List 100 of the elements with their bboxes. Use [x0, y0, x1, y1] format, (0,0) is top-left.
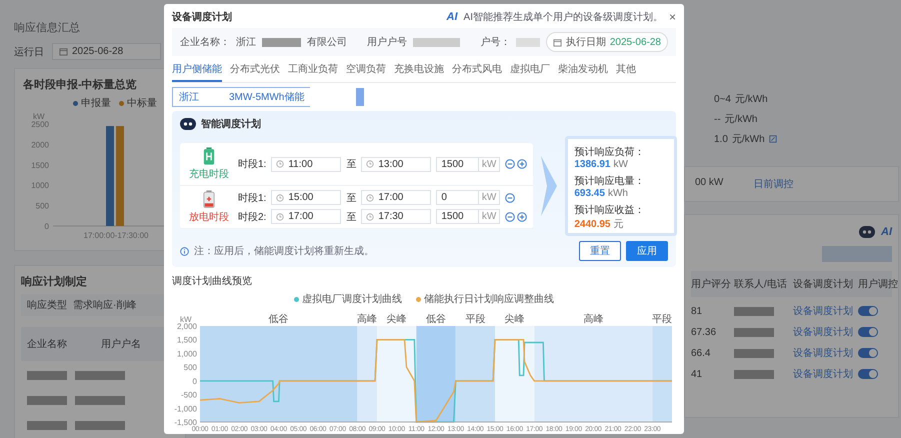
- filter-label: 运行日: [14, 46, 44, 58]
- plan-link[interactable]: 设备调度计划: [793, 367, 855, 381]
- score-cell-text: 67.36: [691, 326, 718, 338]
- score-cell-text: 41: [691, 368, 704, 380]
- tick-label: 500: [184, 363, 197, 372]
- tick-label: -1,500: [174, 418, 197, 427]
- edit-icon[interactable]: [768, 135, 777, 143]
- time-field[interactable]: 11:00: [271, 156, 342, 172]
- device-tab[interactable]: 其他: [616, 60, 636, 82]
- add-icon[interactable]: [517, 159, 528, 169]
- rate-unit: 元/kWh: [724, 113, 758, 126]
- period-label: 尖峰: [504, 314, 525, 325]
- result-label: 预计响应负荷：: [574, 146, 646, 159]
- device-row[interactable]: 浙江 3MW-5MWh储能: [172, 87, 310, 107]
- plan-link[interactable]: 设备调度计划: [793, 325, 855, 339]
- redacted-block: [734, 348, 774, 358]
- device-tab[interactable]: 虚拟电厂: [510, 60, 550, 82]
- clock-icon: [366, 160, 374, 168]
- plan-link[interactable]: 设备调度计划: [793, 304, 855, 318]
- period-label: 时段1:: [238, 158, 266, 171]
- calendar-icon: [59, 47, 68, 56]
- card-title: 各时段申报-中标量总览: [23, 78, 138, 92]
- column-header: 用户调控: [858, 278, 899, 291]
- power-field[interactable]: 1500 kW: [436, 209, 500, 224]
- time-field[interactable]: 15:00: [271, 190, 342, 205]
- add-icon[interactable]: [517, 212, 528, 222]
- time-field[interactable]: 13:00: [361, 156, 432, 172]
- toggle-switch[interactable]: [858, 348, 878, 358]
- card-title: 响应计划制定: [21, 274, 87, 289]
- remove-icon[interactable]: [505, 192, 516, 202]
- tick-label: 2,000: [176, 322, 197, 331]
- power-field[interactable]: 0 kW: [436, 190, 500, 205]
- redacted-block: [734, 306, 774, 316]
- toggle-switch[interactable]: [858, 306, 878, 316]
- section-title: 调度计划曲线预览: [172, 274, 253, 288]
- result-unit: 元: [614, 218, 624, 231]
- device-tab[interactable]: 分布式光伏: [230, 60, 280, 82]
- time-field[interactable]: 17:00: [271, 209, 342, 224]
- rate-value: 0~4: [714, 94, 731, 104]
- power-field[interactable]: 1500 kW: [436, 156, 500, 172]
- device-tab[interactable]: 充换电设施: [394, 60, 444, 82]
- redacted-block: [75, 420, 125, 430]
- device-tab[interactable]: 空调负荷: [346, 60, 386, 82]
- page-title: 响应信息汇总: [14, 20, 81, 35]
- date-field[interactable]: 2025-06-28: [52, 43, 161, 60]
- info-label: 企业名称：: [180, 36, 230, 49]
- legend-label: 虚拟电厂调度计划曲线: [302, 292, 402, 306]
- info-label: 户号：: [480, 36, 510, 49]
- column-header: 用户户名: [101, 338, 142, 351]
- device-tab[interactable]: 工商业负荷: [288, 60, 338, 82]
- schedule-link[interactable]: 日前调控: [753, 177, 794, 191]
- column-header: 联系人/电话: [734, 278, 788, 291]
- clock-icon: [366, 212, 374, 220]
- reset-button[interactable]: 重置: [579, 241, 621, 261]
- ai-label: AI: [446, 11, 458, 23]
- note-text: 注：应用后，储能调度计划将重新生成。: [194, 244, 374, 258]
- result-unit: kW: [614, 159, 628, 170]
- time-field[interactable]: 17:00: [361, 190, 432, 205]
- result-label: 预计响应收益：: [574, 204, 646, 217]
- score-cell-text: 66.4: [691, 348, 712, 358]
- result-value: 693.45: [574, 188, 605, 199]
- redacted-block: [27, 420, 67, 430]
- period-label: 时段1:: [238, 192, 266, 204]
- range-separator: 至: [346, 210, 356, 224]
- device-tab[interactable]: 分布式风电: [452, 60, 502, 82]
- time-field[interactable]: 17:30: [361, 209, 432, 224]
- redacted-block: [734, 370, 774, 378]
- remove-icon[interactable]: [505, 159, 516, 169]
- robot-icon: [180, 117, 196, 131]
- plan-link[interactable]: 设备调度计划: [793, 346, 855, 360]
- info-label: 响应类型: [27, 298, 67, 312]
- clock-icon: [366, 194, 374, 202]
- tick-label: -500: [180, 390, 197, 400]
- redacted-block: [27, 396, 67, 406]
- redacted-block: [734, 328, 774, 336]
- tick-label: -1,000: [174, 404, 197, 414]
- result-value: 2440.95: [574, 219, 610, 230]
- apply-button[interactable]: 应用: [626, 241, 668, 261]
- scrollbar-thumb[interactable]: [356, 88, 364, 106]
- result-label: 预计响应电量：: [574, 174, 646, 188]
- clock-icon: [276, 194, 284, 202]
- device-tab[interactable]: 柴油发动机: [558, 60, 608, 82]
- period-type-label: 放电时段: [189, 210, 229, 224]
- period-label: 平段: [652, 314, 672, 325]
- clock-icon: [276, 160, 284, 168]
- redacted-block: [516, 38, 540, 46]
- chip-value: 2025-06-28: [610, 36, 661, 48]
- tick-label: 2500: [31, 120, 49, 129]
- remove-icon[interactable]: [505, 212, 516, 222]
- toggle-switch[interactable]: [858, 327, 878, 337]
- axis-unit: kW: [33, 112, 45, 121]
- toggle-switch[interactable]: [858, 369, 878, 379]
- tick-label: 2000: [31, 140, 49, 150]
- legend-label: 储能执行日计划响应调整曲线: [424, 292, 554, 306]
- rate-unit: 元/kWh: [732, 133, 765, 146]
- period-label: 低谷: [268, 314, 289, 325]
- device-tab[interactable]: 用户侧储能: [172, 60, 222, 82]
- tick-label: 500: [36, 202, 49, 211]
- column-header: 企业名称: [27, 338, 68, 351]
- close-button[interactable]: ×: [668, 10, 676, 24]
